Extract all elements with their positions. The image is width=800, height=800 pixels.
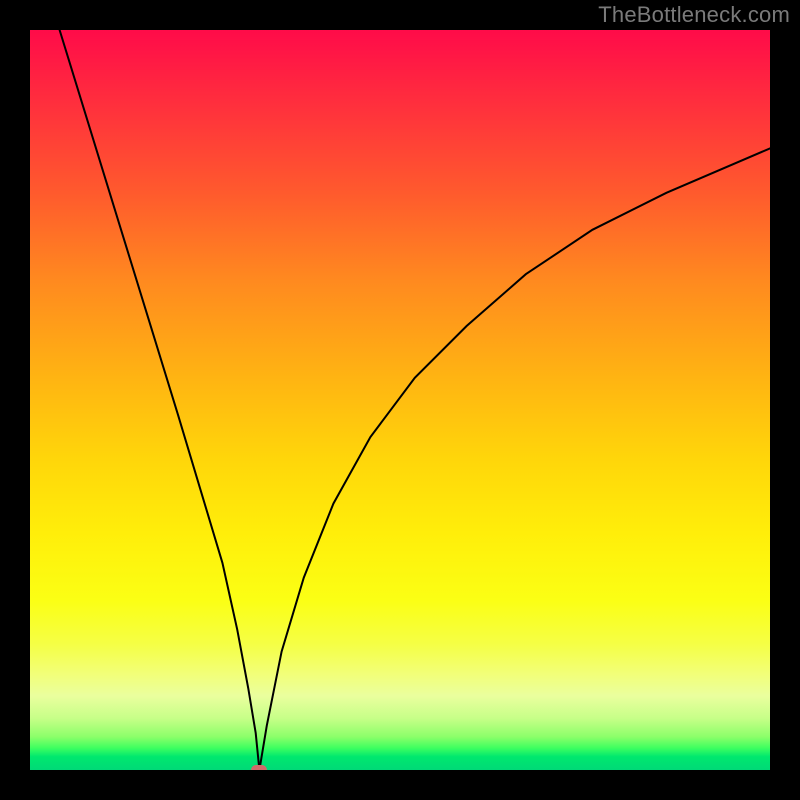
watermark-text: TheBottleneck.com [598,2,790,28]
chart-frame: TheBottleneck.com [0,0,800,800]
plot-area [30,30,770,770]
curve-svg [30,30,770,770]
curve-left-branch [60,30,260,770]
curve-right-branch [259,148,770,770]
minimum-marker [251,765,267,770]
